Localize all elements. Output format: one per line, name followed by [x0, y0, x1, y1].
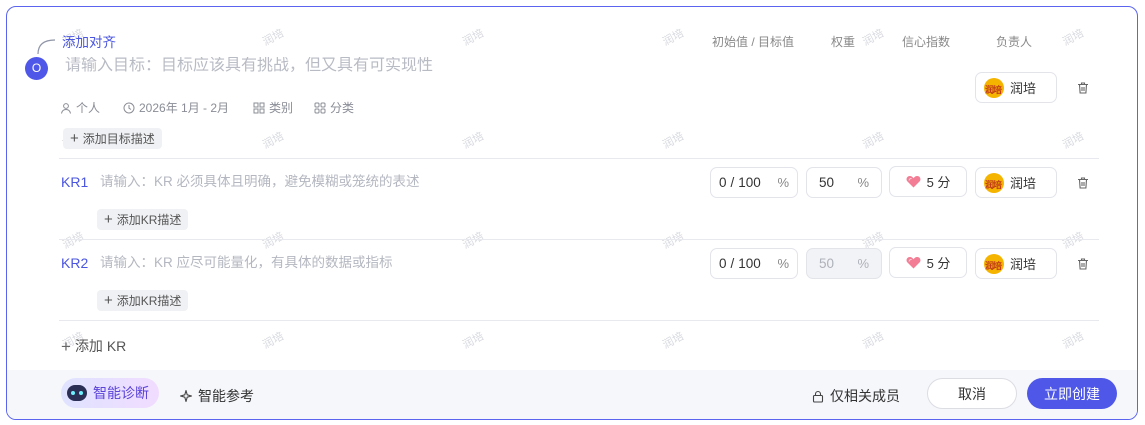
watermark: 润培: [460, 330, 486, 352]
divider: [59, 320, 1099, 321]
visibility-select[interactable]: 仅相关成员: [812, 386, 900, 406]
plus-icon: +: [104, 292, 113, 309]
heart-icon: [906, 257, 921, 269]
grid-icon: [314, 102, 326, 113]
column-header-weight: 权重: [831, 35, 856, 49]
create-now-button[interactable]: 立即创建: [1027, 378, 1117, 409]
add-alignment-link[interactable]: 添加对齐: [62, 31, 116, 51]
watermark: 润培: [1060, 130, 1086, 152]
kr1-label: KR1: [61, 174, 89, 190]
owner-name: 润培: [1010, 81, 1037, 96]
watermark: 润培: [260, 130, 286, 152]
watermark: 润培: [1060, 230, 1086, 252]
kr1-weight-input[interactable]: 50 %: [806, 167, 882, 198]
category-icon: [253, 102, 265, 113]
smart-reference-button[interactable]: 智能参考: [179, 386, 254, 406]
owner-name: 润培: [1010, 257, 1037, 272]
kr2-confidence-select[interactable]: 5 分: [889, 247, 967, 278]
align-connector-icon: [37, 39, 56, 55]
trash-icon[interactable]: [1076, 176, 1090, 190]
watermark: 润培: [660, 130, 686, 152]
watermark: 润培: [1060, 330, 1086, 352]
watermark: 润培: [60, 230, 86, 252]
watermark: 润培: [860, 27, 886, 49]
trash-icon[interactable]: [1076, 81, 1090, 95]
avatar: 润培: [984, 172, 1004, 193]
column-header-initial-target: 初始值 / 目标值: [712, 35, 795, 49]
avatar: 润培: [984, 77, 1004, 98]
add-objective-description-button[interactable]: + 添加目标描述: [63, 128, 162, 149]
plus-icon: +: [70, 130, 79, 147]
watermark: 润培: [660, 330, 686, 352]
kr1-confidence-select[interactable]: 5 分: [889, 166, 967, 197]
kr2-owner-select[interactable]: 润培 润培: [975, 248, 1057, 279]
objective-owner-select[interactable]: 润培 润培: [975, 72, 1057, 103]
robot-icon: [67, 385, 87, 401]
watermark: 润培: [860, 130, 886, 152]
heart-icon: [906, 176, 921, 188]
watermark: 润培: [660, 27, 686, 49]
user-icon: [61, 102, 71, 114]
add-kr1-description-button[interactable]: + 添加KR描述: [97, 209, 189, 230]
meta-classification[interactable]: 分类: [314, 99, 354, 116]
kr1-input[interactable]: [100, 174, 620, 189]
okr-create-card: 润培 润培 润培 润培 润培 润培 润培 润培 润培 润培 润培 润培 润培 润培 润培 润培 润培 润培 润培 润培…: [6, 6, 1138, 420]
owner-name: 润培: [1010, 176, 1037, 191]
plus-icon: +: [104, 211, 113, 228]
watermark: 润培: [860, 330, 886, 352]
meta-category-type[interactable]: 类别: [253, 99, 293, 116]
add-kr2-description-button[interactable]: + 添加KR描述: [97, 290, 189, 311]
lock-icon: [812, 390, 824, 403]
cancel-button[interactable]: 取消: [927, 378, 1017, 409]
watermark: 润培: [660, 230, 686, 252]
smart-diagnosis-button[interactable]: 智能诊断: [61, 378, 159, 408]
watermark: 润培: [260, 230, 286, 252]
column-header-owner: 负责人: [996, 35, 1033, 49]
divider: [59, 239, 1099, 240]
kr2-input[interactable]: [100, 255, 620, 270]
watermark: 润培: [260, 27, 286, 49]
kr1-owner-select[interactable]: 润培 润培: [975, 167, 1057, 198]
add-kr-button[interactable]: + 添加 KR: [61, 336, 126, 356]
watermark: 润培: [260, 330, 286, 352]
plus-icon: +: [61, 336, 71, 356]
kr2-label: KR2: [61, 255, 89, 271]
objective-badge: O: [25, 57, 48, 80]
meta-period[interactable]: 2026年 1月 - 2月: [123, 99, 229, 116]
column-header-confidence: 信心指数: [902, 35, 951, 49]
watermark: 润培: [460, 27, 486, 49]
meta-owner-type[interactable]: 个人: [60, 99, 100, 116]
watermark: 润培: [1060, 27, 1086, 49]
watermark: 润培: [460, 230, 486, 252]
kr1-value-input[interactable]: 0 / 100 %: [710, 167, 798, 198]
kr2-value-input[interactable]: 0 / 100 %: [710, 248, 798, 279]
watermark: 润培: [460, 130, 486, 152]
clock-icon: [123, 102, 135, 113]
objective-input[interactable]: [65, 57, 665, 75]
avatar: 润培: [984, 253, 1004, 274]
trash-icon[interactable]: [1076, 257, 1090, 271]
kr2-weight-input: 50 %: [806, 248, 882, 279]
sparkle-icon: [179, 389, 193, 403]
divider: [59, 158, 1099, 159]
